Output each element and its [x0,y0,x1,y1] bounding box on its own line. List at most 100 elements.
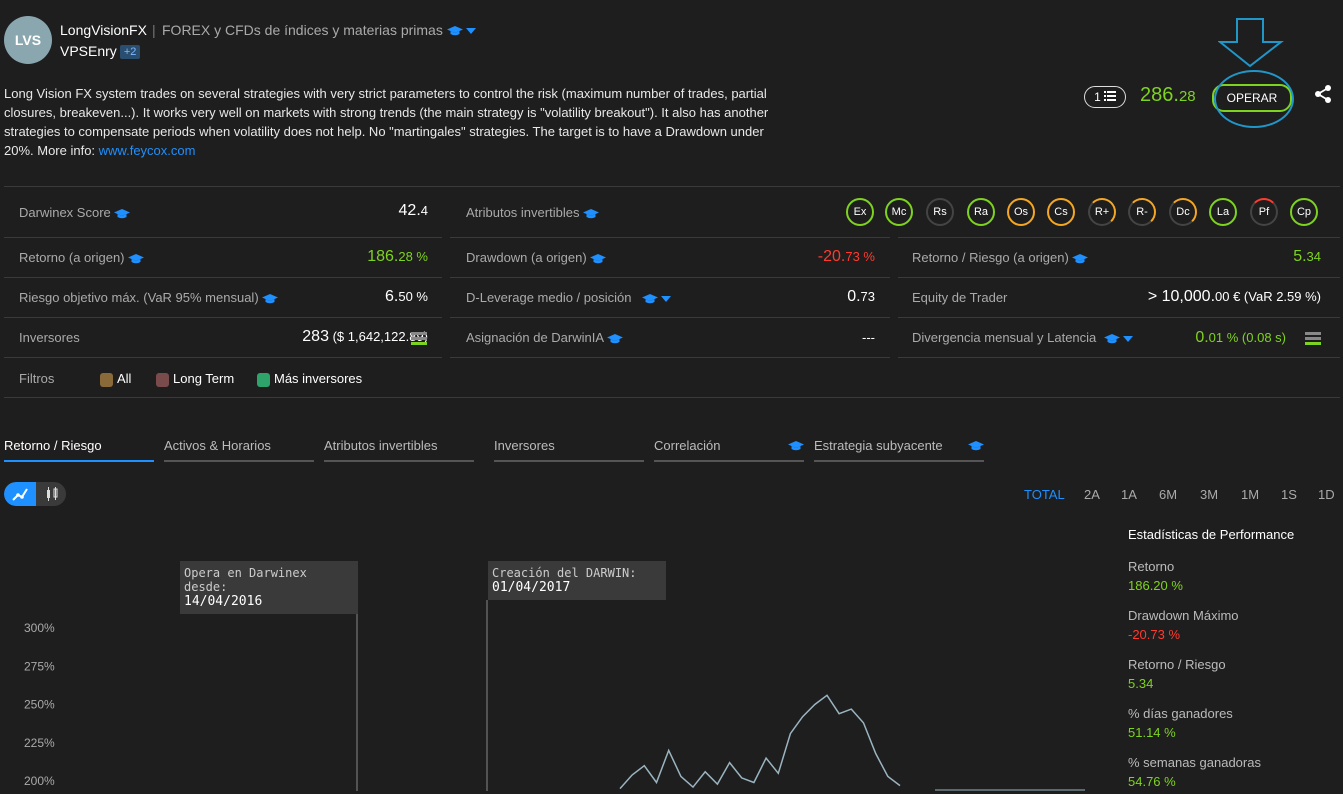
graduation-cap-icon[interactable] [446,26,463,36]
graduation-cap-icon[interactable] [590,253,607,264]
owner-name[interactable]: VPSEnry [60,43,117,59]
retorno-label: Retorno (a origen) [19,250,145,265]
tab-atributos-invertibles[interactable]: Atributos invertibles [324,438,474,462]
divider [898,357,1340,358]
dleverage-dec: 73 [860,289,875,304]
divider [450,237,890,238]
share-icon[interactable] [1314,84,1332,107]
divider [898,237,1340,238]
y-tick-label: 300% [24,621,55,635]
period-1d[interactable]: 1D [1318,487,1335,502]
y-tick-label: 200% [24,774,55,788]
portfolio-list-button[interactable]: 1 [1084,86,1126,108]
graduation-cap-icon[interactable] [606,333,623,344]
owner-badge[interactable]: +2 [119,45,141,60]
attribute-cs[interactable]: Cs [1047,198,1075,226]
darwin-name[interactable]: LongVisionFX [60,22,147,38]
annotation-arrow-icon [1217,18,1284,71]
graduation-cap-icon[interactable] [968,441,984,451]
line-chart-icon[interactable] [4,482,36,506]
attribute-ra[interactable]: Ra [967,198,995,226]
darwin-subtitle: FOREX y CFDs de índices y materias prima… [162,22,476,38]
attribute-la[interactable]: La [1209,198,1237,226]
tab-inversores[interactable]: Inversores [494,438,644,462]
darwin-price: 286.28 [1140,84,1196,107]
stat-value: 5.34 [1128,676,1154,691]
attribute-r-minus[interactable]: R- [1128,198,1156,226]
y-tick-label: 275% [24,659,55,673]
divergencia-value: 0.01 % (0.08 s) [1195,329,1286,347]
period-3m[interactable]: 3M [1200,487,1218,502]
graduation-cap-icon[interactable] [262,293,279,304]
asignacion-value: --- [862,330,875,345]
shield-icon [257,372,270,387]
divider [450,317,890,318]
filtros-label: Filtros [19,371,55,386]
chart-type-toggle[interactable] [4,482,66,506]
divider [4,357,442,358]
attribute-dc[interactable]: Dc [1169,198,1197,226]
attribute-r-plus[interactable]: R+ [1088,198,1116,226]
divergencia-label: Divergencia mensual y Latencia [912,330,1133,345]
stat-value: 54.76 % [1128,774,1176,789]
tab-estrategia-subyacente[interactable]: Estrategia subyacente [814,438,984,462]
chevron-down-icon[interactable] [465,28,476,35]
retorno-riesgo-label: Retorno / Riesgo (a origen) [912,250,1089,265]
chevron-down-icon[interactable] [661,295,672,302]
equity-value: > 10,000.00 € (VaR 2.59 %) [1148,288,1321,306]
period-1a[interactable]: 1A [1121,487,1137,502]
filter-long-term-label: Long Term [173,371,235,386]
dleverage-label-text: D-Leverage medio / posición [466,290,632,305]
graduation-cap-icon[interactable] [128,253,145,264]
shield-icon [100,372,113,387]
attribute-pf[interactable]: Pf [1250,198,1278,226]
period-1m[interactable]: 1M [1241,487,1259,502]
attribute-rs[interactable]: Rs [926,198,954,226]
graduation-cap-icon[interactable] [114,208,131,219]
asignacion-label: Asignación de DarwinIA [466,330,623,345]
stat-label: Retorno [1128,559,1175,574]
retorno-main: 186. [367,248,399,265]
bars-icon[interactable] [411,330,427,346]
inversores-main: 283 [302,328,329,345]
filter-all[interactable]: All [100,371,131,387]
divider [898,317,1340,318]
list-icon [1103,90,1116,104]
owner-info: VPSEnry +2 [60,43,141,60]
retorno-dec: 28 % [398,249,428,264]
graduation-cap-icon[interactable] [1072,253,1089,264]
divider [4,237,442,238]
graduation-cap-icon[interactable] [1103,333,1120,344]
filter-long-term[interactable]: Long Term [156,371,234,387]
tab-retorno-riesgo[interactable]: Retorno / Riesgo [4,438,154,462]
return-series-line[interactable] [619,694,901,790]
chevron-down-icon[interactable] [1122,335,1133,342]
riesgo-label: Riesgo objetivo máx. (VaR 95% mensual) [19,290,279,305]
period-1s[interactable]: 1S [1281,487,1297,502]
darwinex-score-label-text: Darwinex Score [19,205,111,220]
atributos-label-text: Atributos invertibles [466,205,580,220]
graduation-cap-icon[interactable] [642,293,659,304]
graduation-cap-icon[interactable] [583,208,600,219]
tab-activos-horarios[interactable]: Activos & Horarios [164,438,314,462]
website-link[interactable]: www.feycox.com [99,143,196,158]
attribute-cp[interactable]: Cp [1290,198,1318,226]
period-total[interactable]: TOTAL [1024,487,1065,502]
note2-title: Creación del DARWIN: [492,566,637,580]
period-6m[interactable]: 6M [1159,487,1177,502]
divider [4,317,442,318]
candlestick-icon[interactable] [38,482,66,506]
divider [4,397,1340,398]
bars-icon[interactable] [1305,330,1321,346]
graduation-cap-icon[interactable] [788,441,804,451]
equity-dec: 00 € (VaR 2.59 %) [1215,289,1321,304]
filter-mas-inversores[interactable]: Más inversores [257,371,362,387]
divider [4,277,442,278]
attribute-mc[interactable]: Mc [885,198,913,226]
filter-mas-inversores-label: Más inversores [274,371,363,386]
attribute-ex[interactable]: Ex [846,198,874,226]
stat-label: Drawdown Máximo [1128,608,1239,623]
tab-correlacion[interactable]: Correlación [654,438,804,462]
attribute-os[interactable]: Os [1007,198,1035,226]
period-2a[interactable]: 2A [1084,487,1100,502]
